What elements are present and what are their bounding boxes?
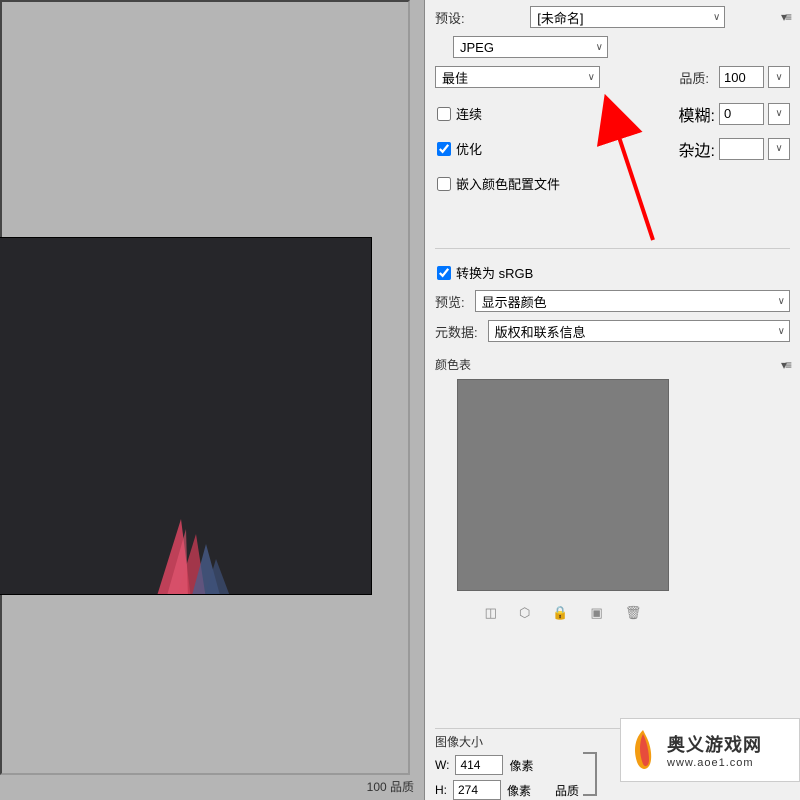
blur-stepper[interactable]: ∨	[768, 103, 790, 125]
width-unit: 像素	[509, 757, 533, 774]
chevron-down-icon: ∨	[778, 296, 785, 307]
preview-value: 显示器颜色	[482, 292, 547, 311]
preview-viewport	[0, 0, 410, 775]
metadata-dropdown[interactable]: 版权和联系信息 ∨	[488, 320, 790, 342]
progressive-label: 连续	[456, 104, 482, 123]
chevron-down-icon: ∨	[713, 12, 720, 23]
watermark-logo-icon	[625, 726, 661, 774]
quality-label: 品质:	[679, 68, 709, 87]
optimized-checkbox[interactable]	[437, 142, 451, 156]
color-table-flyout-icon[interactable]: ▾≡	[781, 358, 790, 372]
metadata-value: 版权和联系信息	[495, 322, 586, 341]
quality-preset-value: 最佳	[442, 68, 468, 87]
chevron-down-icon: ∨	[588, 72, 595, 83]
quality-stepper[interactable]: ∨	[768, 66, 790, 88]
chevron-down-icon: ∨	[596, 42, 603, 53]
status-quality: 100 品质	[367, 778, 414, 795]
progressive-checkbox[interactable]	[437, 107, 451, 121]
image-artwork	[136, 509, 256, 595]
preview-label: 预览:	[435, 292, 465, 311]
color-table-grid[interactable]	[457, 379, 669, 591]
width-input[interactable]	[455, 755, 503, 775]
ct-icon-1[interactable]: ◫	[485, 605, 497, 621]
color-table-toolbar: ◫ ⬡ 🔒 ▣ 🗑	[457, 605, 669, 621]
format-value: JPEG	[460, 40, 494, 55]
embed-profile-checkbox[interactable]	[437, 177, 451, 191]
height-input[interactable]	[453, 780, 501, 800]
settings-panel: 预设: [未命名] ∨ ▾≡ JPEG ∨ 最佳 ∨ 品质: ∨	[425, 0, 800, 800]
blur-input[interactable]	[719, 103, 764, 125]
watermark-cn: 奥义游戏网	[667, 731, 762, 757]
quality-input[interactable]	[719, 66, 764, 88]
convert-srgb-label: 转换为 sRGB	[456, 263, 533, 282]
preview-dropdown[interactable]: 显示器颜色 ∨	[475, 290, 790, 312]
metadata-label: 元数据:	[435, 322, 478, 341]
preset-dropdown[interactable]: [未命名] ∨	[530, 6, 725, 28]
height-label: H:	[435, 783, 447, 797]
size-quality-label: 品质	[555, 782, 579, 799]
trash-icon[interactable]: 🗑	[625, 605, 642, 621]
image-canvas[interactable]	[0, 237, 372, 595]
divider	[435, 248, 790, 249]
matte-dropdown[interactable]: ∨	[768, 138, 790, 160]
link-dimensions-icon[interactable]	[583, 752, 597, 796]
optimized-label: 优化	[456, 139, 482, 158]
preset-label: 预设:	[435, 8, 465, 27]
lock-icon[interactable]: 🔒	[552, 605, 568, 621]
height-unit: 像素	[507, 782, 531, 799]
matte-swatch[interactable]	[719, 138, 764, 160]
ct-icon-2[interactable]: ⬡	[519, 605, 530, 621]
flyout-menu-icon[interactable]: ▾≡	[781, 10, 790, 24]
format-dropdown[interactable]: JPEG ∨	[453, 36, 608, 58]
watermark: 奥义游戏网 www.aoe1.com	[620, 718, 800, 782]
quality-preset-dropdown[interactable]: 最佳 ∨	[435, 66, 600, 88]
convert-srgb-checkbox[interactable]	[437, 266, 451, 280]
chevron-down-icon: ∨	[778, 326, 785, 337]
preview-panel: 100 品质	[0, 0, 425, 800]
color-table-label: 颜色表	[435, 356, 471, 373]
blur-label: 模糊:	[679, 102, 715, 126]
ct-icon-4[interactable]: ▣	[591, 605, 603, 621]
color-table-section: 颜色表 ▾≡ ◫ ⬡ 🔒 ▣ 🗑	[435, 356, 790, 621]
embed-profile-label: 嵌入颜色配置文件	[456, 174, 560, 193]
width-label: W:	[435, 758, 449, 772]
watermark-url: www.aoe1.com	[667, 757, 762, 769]
preset-value: [未命名]	[537, 8, 583, 27]
matte-label: 杂边:	[679, 137, 715, 161]
